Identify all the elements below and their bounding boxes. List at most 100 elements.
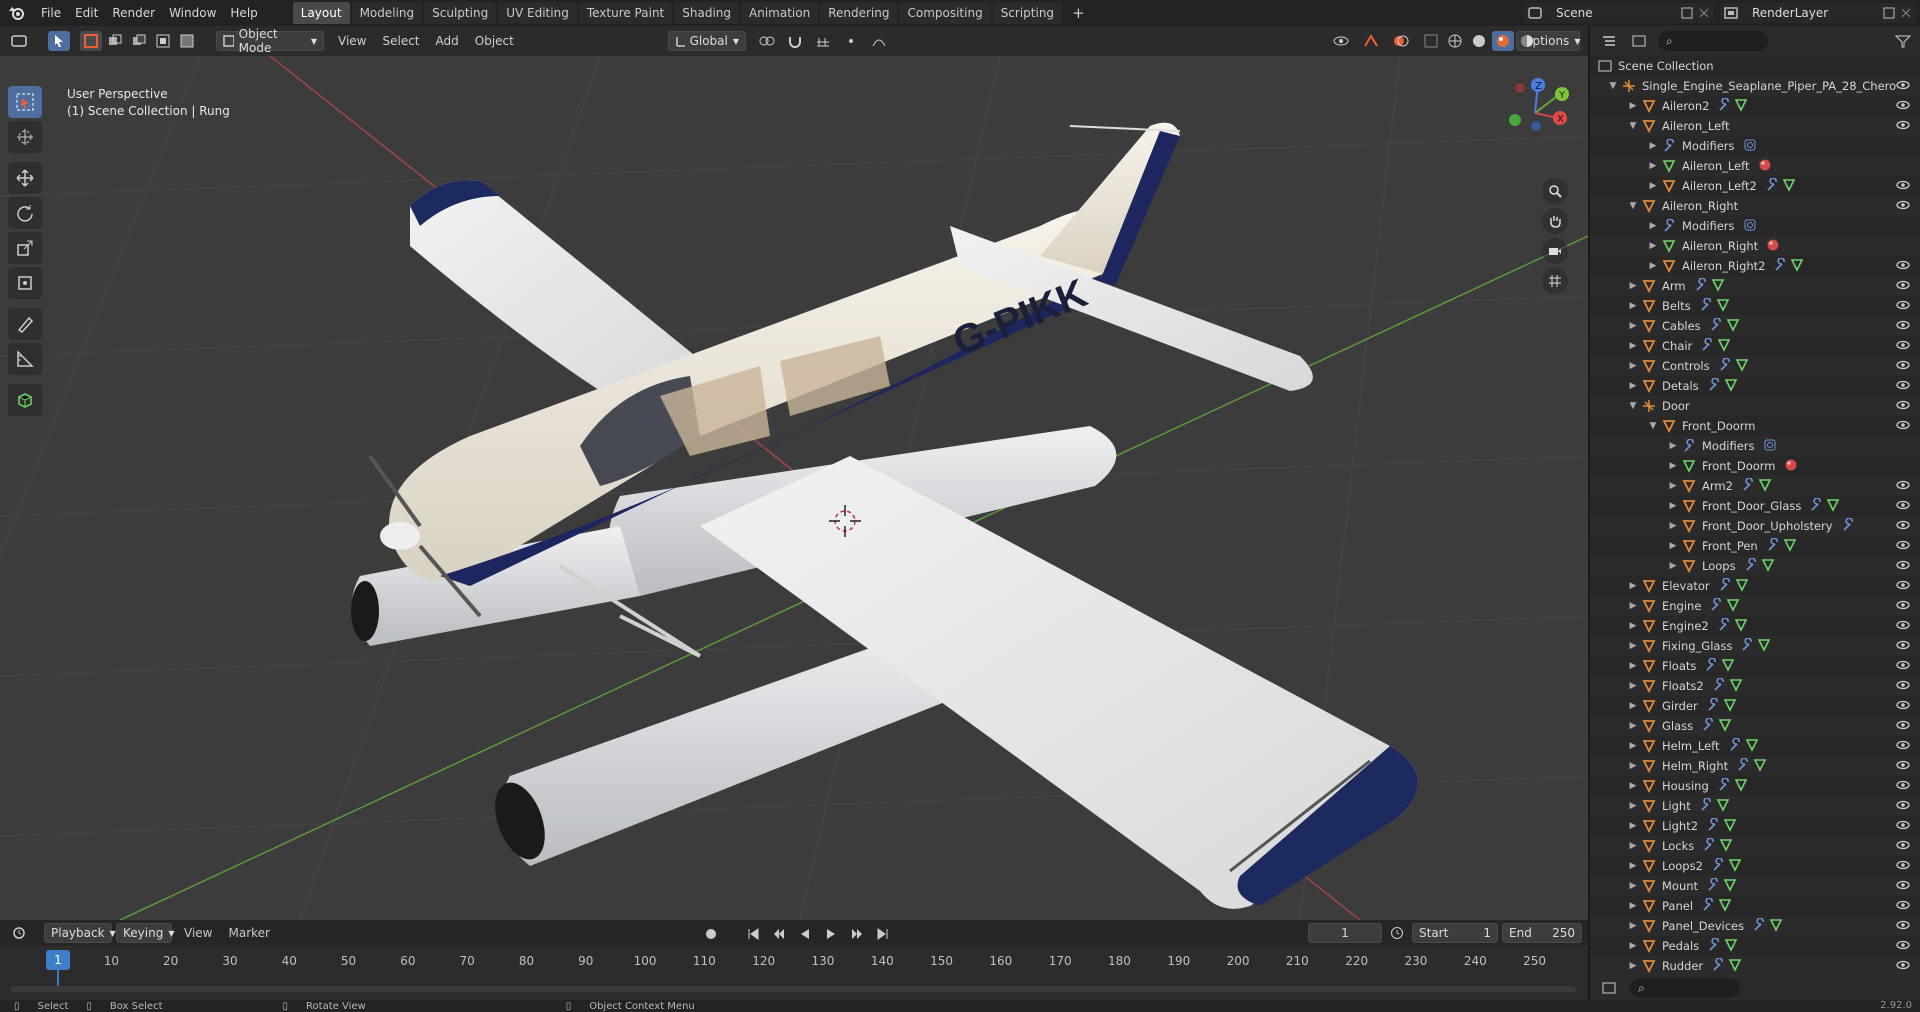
menu-select[interactable]: Select [374,34,427,48]
outliner-item[interactable]: ▶ Loops2 [1590,856,1920,876]
tab-compositing[interactable]: Compositing [899,2,991,24]
expand-closed-icon[interactable]: ▶ [1626,341,1640,351]
xray-toggle-icon[interactable] [1420,31,1442,51]
proportional-edit-icon[interactable] [840,31,862,51]
wrench-icon[interactable] [1740,636,1754,655]
eye-icon[interactable] [1896,259,1910,274]
outliner-item[interactable]: ▶ Helm_Right [1590,756,1920,776]
outliner-editor-icon[interactable] [1598,31,1620,51]
outliner-item[interactable]: ▶ Engine2 [1590,616,1920,636]
outliner-item[interactable]: ▶ Aileron_Right2 [1590,256,1920,276]
pivot-icon[interactable] [756,31,778,51]
tri-icon[interactable] [1728,858,1742,875]
wrench-icon[interactable] [1706,696,1720,715]
expand-closed-icon[interactable]: ▶ [1626,361,1640,371]
shading-rendered-icon[interactable] [1516,31,1538,51]
tri-icon[interactable] [1769,918,1783,935]
eye-icon[interactable] [1896,659,1910,674]
tab-shading[interactable]: Shading [674,2,739,24]
falloff-icon[interactable] [868,31,890,51]
timeline-view-menu[interactable]: View [184,926,212,940]
expand-closed-icon[interactable]: ▶ [1646,181,1660,191]
outliner-item[interactable]: ▼ Single_Engine_Seaplane_Piper_PA_28_Cher… [1590,76,1920,96]
tri-icon[interactable] [1729,678,1743,695]
tri-icon[interactable] [1734,618,1748,635]
expand-closed-icon[interactable]: ▶ [1646,221,1660,231]
prev-keyframe-icon[interactable] [768,924,790,944]
tab-modeling[interactable]: Modeling [351,2,423,24]
expand-closed-icon[interactable]: ▶ [1626,881,1640,891]
tri-icon[interactable] [1723,878,1737,895]
rotate-tool[interactable] [8,197,42,229]
wrench-icon[interactable] [1841,516,1855,535]
outliner-item[interactable]: ▶ Arm [1590,276,1920,296]
mat-icon[interactable] [1758,158,1772,175]
menu-add[interactable]: Add [428,34,467,48]
wrench-icon[interactable] [1711,956,1725,975]
menu-help[interactable]: Help [223,0,264,26]
cursor-tool[interactable] [8,121,42,153]
play-reverse-icon[interactable] [794,924,816,944]
tri-icon[interactable] [1721,658,1735,675]
outliner-item[interactable]: ▶ Detals [1590,376,1920,396]
tri-icon[interactable] [1718,718,1732,735]
wrench-icon[interactable] [1718,576,1732,595]
outliner-item[interactable]: ▶ Front_Door_Glass [1590,496,1920,516]
menu-edit[interactable]: Edit [68,0,105,26]
gizmo-toggle-icon[interactable] [1360,31,1382,51]
eye-icon[interactable] [1896,879,1910,894]
expand-closed-icon[interactable]: ▶ [1666,541,1680,551]
outliner-item[interactable]: ▶ Modifiers [1590,136,1920,156]
expand-closed-icon[interactable]: ▶ [1626,861,1640,871]
outliner-item[interactable]: ▶ Fixing_Glass [1590,636,1920,656]
pan-hand-icon[interactable] [1542,208,1568,234]
select-tool-icon[interactable] [48,31,70,51]
tri-icon[interactable] [1718,898,1732,915]
eye-icon[interactable] [1896,939,1910,954]
view-layer-selector[interactable]: RenderLayer [1720,3,1916,23]
eye-icon[interactable] [1896,599,1910,614]
outliner-item[interactable]: ▶ Helm_Left [1590,736,1920,756]
tri-icon[interactable] [1726,598,1740,615]
scale-tool[interactable] [8,232,42,264]
expand-closed-icon[interactable]: ▶ [1626,661,1640,671]
wrench-icon[interactable] [1701,896,1715,915]
outliner-item[interactable]: ▶ Controls [1590,356,1920,376]
tab-sculpting[interactable]: Sculpting [424,2,497,24]
expand-closed-icon[interactable]: ▶ [1626,821,1640,831]
outliner-item[interactable]: ▶ Loops [1590,556,1920,576]
mode-intersect-icon[interactable] [176,31,198,51]
outliner-item[interactable]: ▼ Aileron_Right [1590,196,1920,216]
wrench-icon[interactable] [1711,856,1725,875]
tri-icon[interactable] [1782,178,1796,195]
shading-solid-icon[interactable] [1468,31,1490,51]
eye-icon[interactable] [1896,699,1910,714]
start-frame-field[interactable]: Start 1 [1412,923,1498,943]
grid-view-icon[interactable] [1542,268,1568,294]
tri-icon[interactable] [1719,838,1733,855]
outliner-item[interactable]: ▶ Front_Doorm [1590,456,1920,476]
expand-closed-icon[interactable]: ▶ [1646,261,1660,271]
expand-closed-icon[interactable]: ▶ [1626,761,1640,771]
outliner-item[interactable]: ▶ Panel_Devices [1590,916,1920,936]
outliner-item[interactable]: ▶ Floats2 [1590,676,1920,696]
current-frame-field[interactable]: 1 [1308,923,1382,943]
outliner-item[interactable]: ▶ Modifiers [1590,436,1920,456]
outliner-item[interactable]: ▶ Cables [1590,316,1920,336]
wrench-icon[interactable] [1717,616,1731,635]
wrench-icon[interactable] [1736,756,1750,775]
properties-editor-icon[interactable] [1598,978,1620,998]
expand-closed-icon[interactable]: ▶ [1626,701,1640,711]
playhead[interactable]: 1 [46,950,70,970]
mat-icon[interactable] [1766,238,1780,255]
end-frame-field[interactable]: End 250 [1502,923,1582,943]
eye-icon[interactable] [1896,339,1910,354]
wrench-icon[interactable] [1773,256,1787,275]
outliner-item[interactable]: ▶ Housing [1590,776,1920,796]
outliner-item[interactable]: ▶ Aileron2 [1590,96,1920,116]
eye-icon[interactable] [1896,399,1910,414]
wrench-icon[interactable] [1741,476,1755,495]
move-tool[interactable] [8,162,42,194]
tri-icon[interactable] [1735,358,1749,375]
outliner-item[interactable]: ▶ Engine [1590,596,1920,616]
